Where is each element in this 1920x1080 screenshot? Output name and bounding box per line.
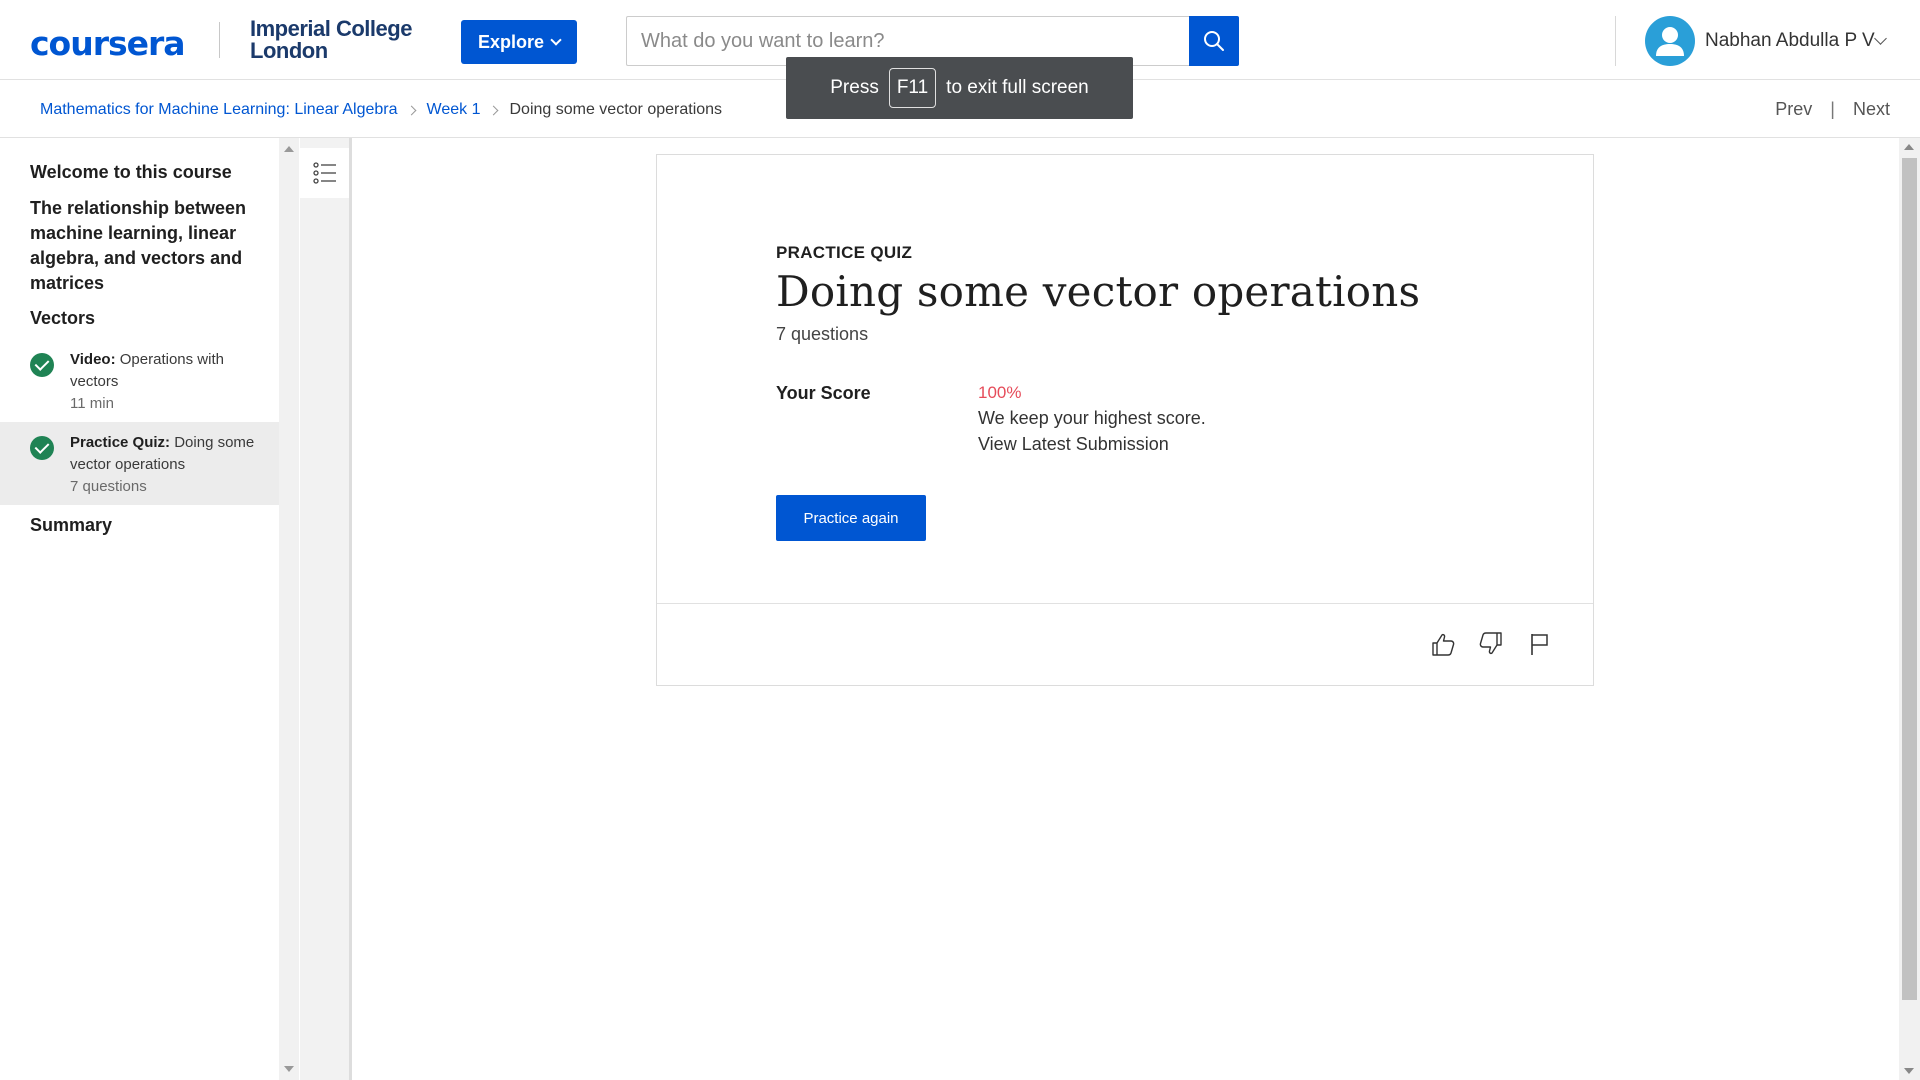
toast-after: to exit full screen <box>946 77 1089 98</box>
toast-key: F11 <box>888 68 937 108</box>
avatar[interactable] <box>1645 16 1695 66</box>
view-submission-link[interactable]: View Latest Submission <box>978 431 1206 457</box>
pager: Prev | Next <box>1775 99 1890 120</box>
completed-check-icon <box>30 436 54 460</box>
scrollbar-thumb[interactable] <box>1902 158 1917 1000</box>
completed-check-icon <box>30 353 54 377</box>
score-details: 100% We keep your highest score. View La… <box>978 381 1206 457</box>
toc-rail <box>300 138 352 1080</box>
chevron-down-icon[interactable] <box>1874 32 1887 45</box>
toc-toggle-button[interactable] <box>300 148 349 198</box>
partner-line1: Imperial College <box>250 16 412 41</box>
card-footer <box>657 603 1593 685</box>
thumbs-up-icon[interactable] <box>1429 630 1457 658</box>
explore-label: Explore <box>477 31 545 52</box>
page-title: Doing some vector operations <box>776 267 1421 316</box>
item-meta: 7 questions <box>70 478 147 495</box>
sidebar-item-welcome[interactable]: Welcome to this course <box>0 160 279 185</box>
course-sidebar: Welcome to this course The relationship … <box>0 138 279 1080</box>
breadcrumb-week[interactable]: Week 1 <box>427 101 481 119</box>
thumbs-down-icon[interactable] <box>1477 630 1505 658</box>
practice-again-button[interactable]: Practice again <box>776 495 926 541</box>
question-count: 7 questions <box>776 324 869 344</box>
pager-separator: | <box>1830 99 1835 119</box>
coursera-logo[interactable]: coursera <box>30 24 186 63</box>
toast-before: Press <box>830 77 879 98</box>
quiz-eyebrow: PRACTICE QUIZ <box>776 243 913 262</box>
breadcrumb: Mathematics for Machine Learning: Linear… <box>40 101 722 119</box>
user-icon <box>1656 27 1684 56</box>
score-label: Your Score <box>776 383 871 403</box>
sidebar-item-practice-quiz[interactable]: Practice Quiz: Doing some vector operati… <box>0 422 279 505</box>
breadcrumb-current: Doing some vector operations <box>509 101 723 118</box>
item-meta: 11 min <box>70 395 114 412</box>
partner-logo[interactable]: Imperial College London <box>250 18 412 62</box>
header-divider <box>1615 16 1616 66</box>
scroll-down-icon[interactable] <box>1904 1068 1914 1074</box>
score-note: We keep your highest score. <box>978 408 1206 428</box>
chevron-right-icon <box>489 105 499 115</box>
search-icon <box>1204 31 1224 51</box>
search-button[interactable] <box>1189 16 1239 66</box>
chevron-down-icon <box>550 34 562 46</box>
sidebar-item-vectors[interactable]: Vectors <box>0 306 279 331</box>
search-input[interactable] <box>641 29 1176 53</box>
flag-icon[interactable] <box>1525 630 1553 658</box>
scroll-up-icon[interactable] <box>1904 144 1914 150</box>
sidebar-scrollbar[interactable] <box>279 138 299 1080</box>
feedback-icons <box>1429 630 1553 658</box>
quiz-card: PRACTICE QUIZ Doing some vector operatio… <box>656 154 1594 686</box>
chevron-right-icon <box>406 105 416 115</box>
logo-divider <box>219 22 220 58</box>
list-icon <box>312 162 336 184</box>
scroll-up-icon[interactable] <box>284 146 294 152</box>
next-button[interactable]: Next <box>1853 99 1890 120</box>
sidebar-item-relationship[interactable]: The relationship between machine learnin… <box>0 196 279 296</box>
item-type: Practice Quiz: <box>70 434 171 451</box>
sidebar-item-summary[interactable]: Summary <box>0 513 279 538</box>
score-value: 100% <box>978 383 1022 402</box>
partner-line2: London <box>250 38 328 63</box>
page-scrollbar[interactable] <box>1899 138 1920 1080</box>
scroll-down-icon[interactable] <box>284 1066 294 1072</box>
score-row: Your Score 100% We keep your highest sco… <box>776 381 1420 457</box>
explore-button[interactable]: Explore <box>461 20 577 64</box>
quiz-card-body: PRACTICE QUIZ Doing some vector operatio… <box>776 243 1420 541</box>
user-name[interactable]: Nabhan Abdulla P V <box>1705 30 1875 52</box>
item-type: Video: <box>70 351 116 368</box>
breadcrumb-course[interactable]: Mathematics for Machine Learning: Linear… <box>40 101 398 119</box>
sidebar-item-video[interactable]: Video: Operations with vectors 11 min <box>0 339 279 422</box>
fullscreen-toast: Press F11 to exit full screen <box>786 57 1133 119</box>
prev-button[interactable]: Prev <box>1775 99 1812 120</box>
